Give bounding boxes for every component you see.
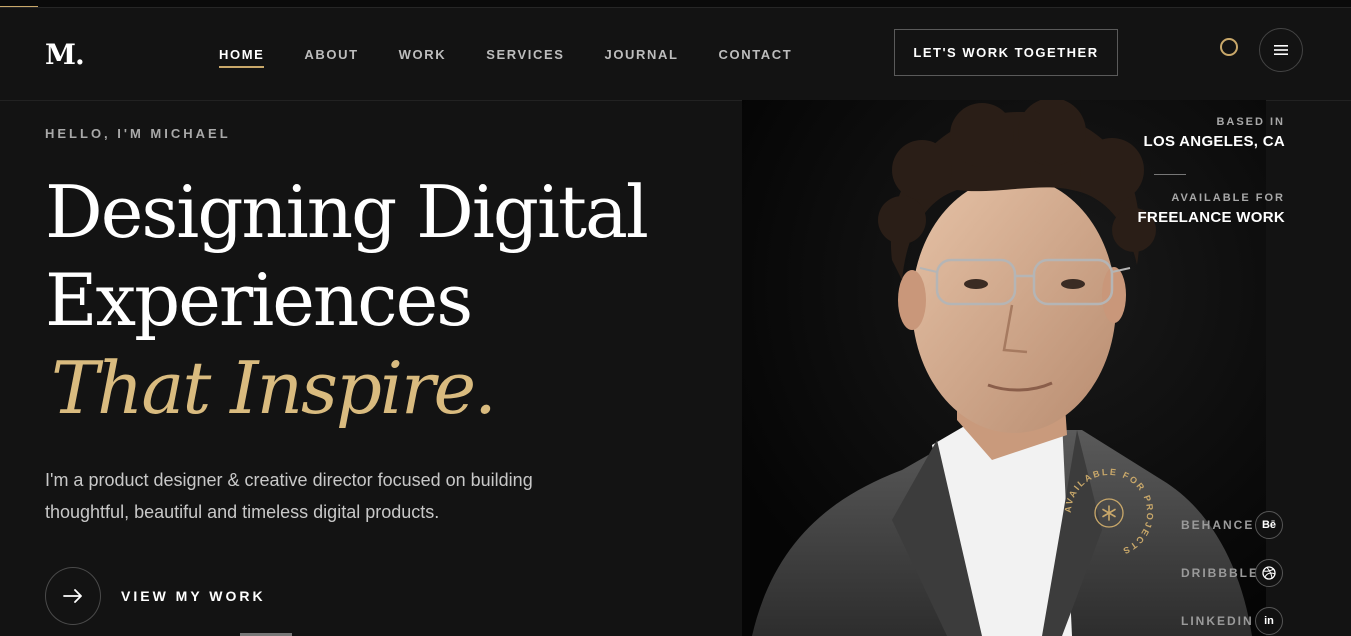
circle-icon[interactable]: [1220, 38, 1238, 56]
portrait-photo: [742, 100, 1266, 636]
nav-journal[interactable]: JOURNAL: [605, 47, 679, 62]
social-behance[interactable]: BEHANCE Bē: [1181, 511, 1283, 539]
social-dribbble[interactable]: DRIBBBLE: [1181, 559, 1283, 587]
arrow-right-circle[interactable]: [45, 567, 101, 625]
meta-divider: [1154, 174, 1186, 175]
main-nav: HOME ABOUT WORK SERVICES JOURNAL CONTACT: [219, 47, 832, 68]
nav-work[interactable]: WORK: [399, 47, 447, 62]
menu-button[interactable]: [1259, 28, 1303, 72]
dribbble-icon[interactable]: [1255, 559, 1283, 587]
hero-headline: Designing Digital Experiences That Inspi…: [45, 168, 649, 432]
hamburger-menu-icon: [1274, 45, 1288, 55]
hero-description: I'm a product designer & creative direct…: [45, 470, 533, 522]
available-for-value: FREELANCE WORK: [1137, 209, 1285, 226]
available-badge: AVAILABLE FOR PROJECTS: [1063, 467, 1153, 557]
page-progress-bar: [0, 0, 1351, 8]
hero-greeting: HELLO, I'M MICHAEL: [45, 126, 231, 141]
social-linkedin-label: LINKEDIN: [1181, 614, 1254, 628]
nav-about[interactable]: ABOUT: [304, 47, 358, 62]
headline-line-2: Experiences: [45, 258, 473, 342]
social-linkedin[interactable]: LINKEDIN in: [1181, 607, 1283, 635]
behance-icon[interactable]: Bē: [1255, 511, 1283, 539]
logo[interactable]: M.: [45, 38, 85, 71]
nav-home[interactable]: HOME: [219, 47, 265, 68]
portrait-illustration: [742, 100, 1266, 636]
arrow-right-icon: [63, 589, 82, 603]
nav-services[interactable]: SERVICES: [486, 47, 564, 62]
social-behance-label: BEHANCE: [1181, 518, 1255, 532]
headline-line-3: That Inspire.: [51, 346, 497, 430]
view-my-work-button[interactable]: VIEW MY WORK: [45, 567, 266, 625]
view-my-work-label: VIEW MY WORK: [121, 588, 266, 604]
based-in-label: BASED IN: [1216, 116, 1285, 128]
available-for-label: AVAILABLE FOR: [1171, 192, 1285, 204]
available-for-block: AVAILABLE FOR FREELANCE WORK: [1137, 192, 1285, 226]
based-in-block: BASED IN LOS ANGELES, CA: [1144, 116, 1285, 150]
linkedin-icon[interactable]: in: [1255, 607, 1283, 635]
nav-contact[interactable]: CONTACT: [719, 47, 793, 62]
asterisk-icon: [1102, 505, 1116, 521]
social-dribbble-label: DRIBBBLE: [1181, 566, 1259, 580]
headline-line-1: Designing Digital: [45, 170, 649, 254]
lets-work-together-button[interactable]: LET'S WORK TOGETHER: [894, 29, 1118, 76]
site-header: M. HOME ABOUT WORK SERVICES JOURNAL CONT…: [0, 8, 1351, 101]
based-in-value: LOS ANGELES, CA: [1143, 133, 1285, 150]
dribbble-glyph: [1262, 566, 1276, 580]
